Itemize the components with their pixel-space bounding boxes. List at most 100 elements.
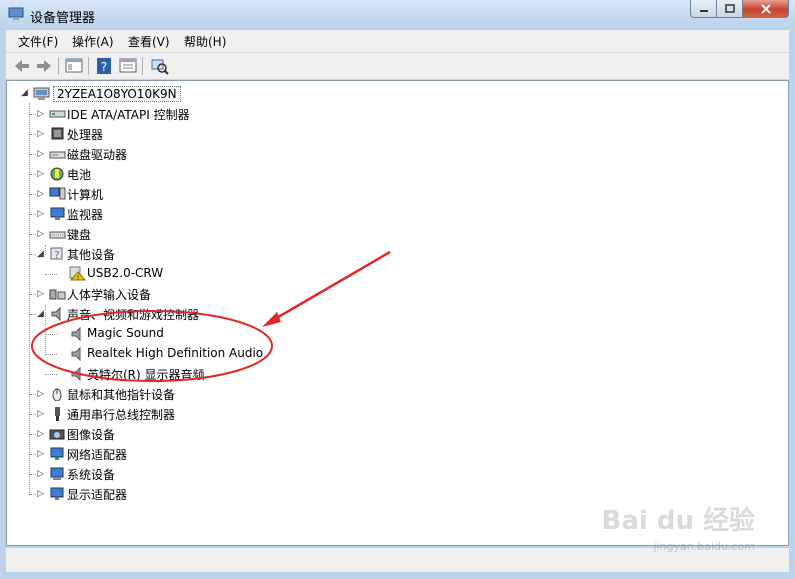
collapse-icon[interactable]: ◢ — [37, 249, 44, 259]
network-adapter-icon — [50, 447, 64, 460]
speaker-icon — [71, 366, 81, 381]
tree-category[interactable]: ▷ 键盘 — [7, 225, 767, 243]
close-button[interactable] — [743, 0, 789, 18]
expand-icon[interactable]: ▷ — [37, 229, 44, 239]
tree-category[interactable]: ▷ 通用串行总线控制器 — [7, 405, 767, 423]
tree-category[interactable]: ▷ 电池 — [7, 165, 767, 183]
mouse-icon — [52, 388, 62, 401]
scan-hardware-icon[interactable] — [149, 56, 169, 76]
tree-item-label: 系统设备 — [67, 468, 116, 482]
tree-device[interactable]: Realtek High Definition Audio — [7, 345, 767, 363]
expand-icon[interactable]: ▷ — [37, 389, 44, 399]
minimize-button[interactable] — [690, 0, 717, 18]
menu-help[interactable]: 帮助(H) — [184, 33, 226, 50]
tree-item-label: 图像设备 — [67, 428, 116, 442]
speaker-icon — [71, 346, 81, 361]
tree-item-label: 英特尔(R) 显示器音频 — [87, 368, 205, 382]
tree-category[interactable]: ▷ 监视器 — [7, 205, 767, 223]
tree-category[interactable]: ▷ 系统设备 — [7, 465, 767, 483]
menu-view[interactable]: 查看(V) — [128, 33, 170, 50]
back-arrow-icon[interactable] — [12, 56, 32, 76]
tree-item-label: 通用串行总线控制器 — [67, 408, 176, 422]
tree-category[interactable]: ▷ 图像设备 — [7, 425, 767, 443]
device-manager-window: 设备管理器 文件(F) 操作(A) 查看(V) 帮助(H) ? ◢ 2YZEA1O… — [0, 0, 795, 579]
properties-icon[interactable] — [118, 56, 138, 76]
window-title: 设备管理器 — [30, 11, 96, 26]
collapse-icon[interactable]: ◢ — [37, 309, 44, 319]
tree-category[interactable]: ▷ 网络适配器 — [7, 445, 767, 463]
tree-item-label: 计算机 — [67, 188, 104, 202]
forward-arrow-icon[interactable] — [34, 56, 54, 76]
svg-text:!: ! — [77, 274, 80, 281]
expand-icon[interactable]: ▷ — [37, 149, 44, 159]
title-bar[interactable]: 设备管理器 — [0, 0, 795, 30]
computer-name: 2YZEA1O8YO10K9N — [53, 86, 181, 102]
tree-item-label: 电池 — [67, 168, 92, 182]
show-hide-console-tree-icon[interactable] — [64, 56, 84, 76]
computer-icon — [49, 187, 66, 200]
battery-icon — [50, 167, 64, 181]
warning-device-icon: ! — [69, 266, 86, 281]
usb-icon — [55, 407, 60, 421]
ide-controller-icon — [49, 110, 66, 118]
device-tree: ◢ 2YZEA1O8YO10K9N ▷ IDE ATA/ATAPI 控制器 ▷ 处理器 ▷ 磁… — [6, 80, 789, 546]
tree-item-label: USB2.0-CRW — [87, 266, 164, 280]
tree-item-label: 键盘 — [67, 228, 92, 242]
tree-item-label: 显示适配器 — [67, 488, 128, 502]
maximize-button[interactable] — [717, 0, 743, 18]
tree-item-label: 监视器 — [67, 208, 104, 222]
tree-item-label: 人体学输入设备 — [67, 288, 152, 302]
tree-item-label: 处理器 — [67, 128, 104, 142]
svg-text:?: ? — [54, 250, 59, 261]
tree-item-label: 磁盘驱动器 — [67, 148, 128, 162]
expand-icon[interactable]: ▷ — [37, 109, 44, 119]
collapse-icon[interactable]: ◢ — [21, 88, 28, 98]
tree-item-label: Magic Sound — [87, 326, 164, 340]
tree-category[interactable]: ▷ 处理器 — [7, 125, 767, 143]
menu-action[interactable]: 操作(A) — [72, 33, 114, 50]
computer-root-icon — [33, 87, 50, 100]
expand-icon[interactable]: ▷ — [37, 409, 44, 419]
speaker-icon — [71, 326, 81, 341]
menu-bar: 文件(F) 操作(A) 查看(V) 帮助(H) — [6, 30, 789, 53]
expand-icon[interactable]: ▷ — [37, 489, 44, 499]
tree-category[interactable]: ◢ 声音、视频和游戏控制器 — [7, 305, 767, 323]
expand-icon[interactable]: ▷ — [37, 429, 44, 439]
watermark-url: jingyan.baidu.com — [653, 540, 755, 553]
hid-icon — [49, 289, 66, 300]
tree-category[interactable]: ▷ 计算机 — [7, 185, 767, 203]
tree-category[interactable]: ▷ IDE ATA/ATAPI 控制器 — [7, 105, 767, 123]
tree-item-label: 网络适配器 — [67, 448, 128, 462]
expand-icon[interactable]: ▷ — [37, 169, 44, 179]
menu-file[interactable]: 文件(F) — [18, 33, 58, 50]
tree-category[interactable]: ◢? 其他设备 — [7, 245, 767, 263]
sound-icon — [51, 306, 61, 321]
expand-icon[interactable]: ▷ — [37, 289, 44, 299]
expand-icon[interactable]: ▷ — [37, 189, 44, 199]
device-manager-icon — [8, 7, 24, 20]
processor-icon — [51, 127, 64, 140]
tree-category[interactable]: ▷ 磁盘驱动器 — [7, 145, 767, 163]
toolbar: ? — [6, 53, 789, 80]
expand-icon[interactable]: ▷ — [37, 469, 44, 479]
tree-item-label: 声音、视频和游戏控制器 — [67, 308, 200, 322]
disk-drive-icon — [49, 151, 66, 159]
expand-icon[interactable]: ▷ — [37, 129, 44, 139]
keyboard-icon — [49, 231, 66, 239]
tree-item-label: Realtek High Definition Audio — [87, 346, 264, 360]
imaging-device-icon — [49, 429, 65, 440]
svg-text:?: ? — [101, 60, 107, 74]
help-icon[interactable]: ? — [94, 56, 114, 76]
tree-device[interactable]: 英特尔(R) 显示器音频 — [7, 365, 767, 383]
expand-icon[interactable]: ▷ — [37, 449, 44, 459]
tree-device[interactable]: Magic Sound — [7, 325, 767, 343]
baidu-watermark: Bai du 经验 — [601, 506, 756, 536]
tree-category[interactable]: ▷ 人体学输入设备 — [7, 285, 767, 303]
other-devices-icon: ? — [50, 247, 63, 261]
tree-category[interactable]: ▷ 鼠标和其他指针设备 — [7, 385, 767, 403]
tree-item-label: IDE ATA/ATAPI 控制器 — [67, 108, 190, 122]
monitor-icon — [50, 207, 65, 220]
expand-icon[interactable]: ▷ — [37, 209, 44, 219]
tree-item-label: 其他设备 — [67, 248, 116, 262]
tree-device[interactable]: ! USB2.0-CRW — [7, 265, 767, 283]
